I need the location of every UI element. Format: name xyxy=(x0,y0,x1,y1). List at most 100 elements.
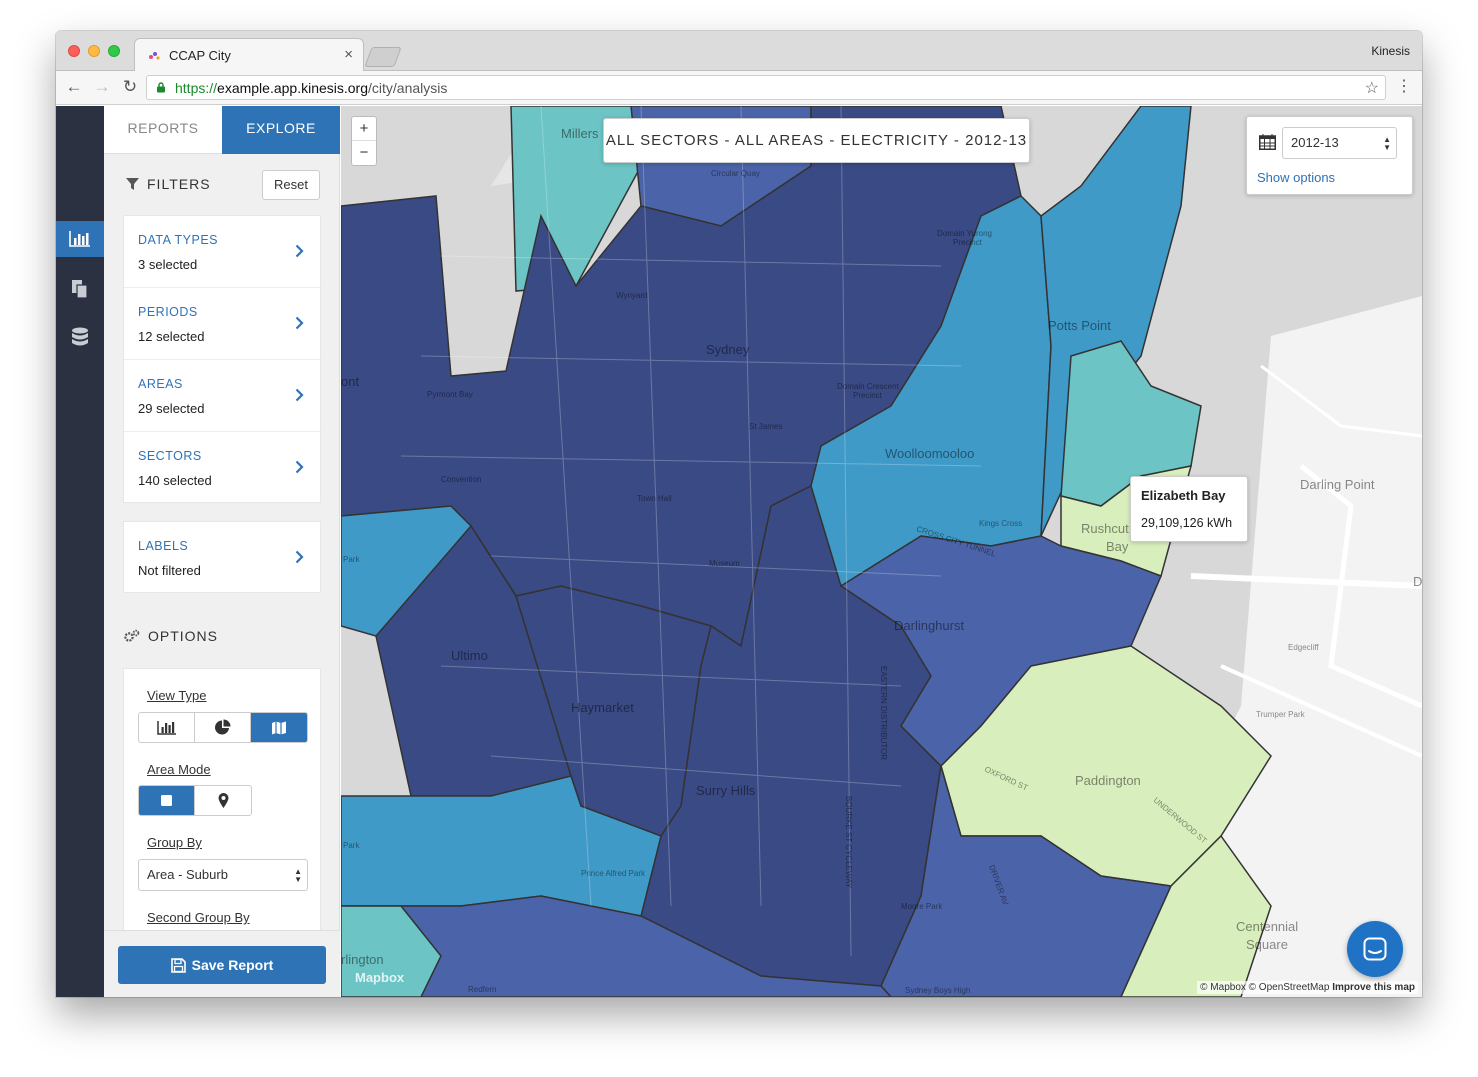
save-bar: Save Report xyxy=(104,930,340,997)
view-bar-button[interactable] xyxy=(139,713,195,742)
save-report-button[interactable]: Save Report xyxy=(118,946,326,984)
zoom-out-button[interactable]: − xyxy=(352,141,376,165)
chevron-right-icon xyxy=(295,460,304,474)
place-label: Circular Quay xyxy=(711,169,760,178)
lock-icon xyxy=(157,82,165,93)
map-attribution: © Mapbox © OpenStreetMap Improve this ma… xyxy=(1197,981,1418,994)
filter-value: 3 selected xyxy=(138,257,198,272)
map-pin-icon xyxy=(218,793,228,808)
tab-explore[interactable]: EXPLORE xyxy=(222,106,340,154)
forward-icon[interactable]: → xyxy=(92,77,112,97)
new-tab-button[interactable] xyxy=(364,47,402,67)
bookmark-star-icon[interactable]: ☆ xyxy=(1365,78,1379,98)
place-label: rlington xyxy=(341,952,384,967)
place-label: St James xyxy=(749,422,782,431)
choropleth-map[interactable]: Millers Circular Quay Wynyard Sydney Dom… xyxy=(341,106,1422,997)
bar-chart-icon xyxy=(69,231,90,247)
place-label: Paddington xyxy=(1075,773,1141,788)
rail-data-button[interactable] xyxy=(56,318,104,354)
calendar-icon xyxy=(1259,134,1276,150)
view-map-button[interactable] xyxy=(251,713,307,742)
place-label: Darling Point xyxy=(1300,477,1375,492)
place-label: Millers xyxy=(561,126,599,141)
browser-menu-icon[interactable]: ⋮ xyxy=(1396,76,1412,96)
filter-areas[interactable]: AREAS 29 selected xyxy=(124,360,322,432)
zoom-control: + − xyxy=(351,116,377,166)
tooltip-value: 29,109,126 kWh xyxy=(1141,516,1233,530)
close-window-button[interactable] xyxy=(68,45,80,57)
place-label: Convention xyxy=(441,475,481,484)
filter-periods[interactable]: PERIODS 12 selected xyxy=(124,288,322,360)
area-mode-shape-button[interactable] xyxy=(139,786,195,815)
options-heading: OPTIONS xyxy=(124,628,218,644)
place-label: Darlinghurst xyxy=(894,618,964,633)
address-bar[interactable]: https://example.app.kinesis.org/city/ana… xyxy=(146,75,1386,100)
tooltip-area-name: Elizabeth Bay xyxy=(1141,488,1226,503)
view-pie-button[interactable] xyxy=(195,713,251,742)
place-label: Trumper Park xyxy=(1256,710,1306,719)
area-mode-pin-button[interactable] xyxy=(195,786,251,815)
place-label: Rushcut xyxy=(1081,521,1129,536)
reload-icon[interactable]: ↻ xyxy=(120,77,140,97)
rail-reports-button[interactable] xyxy=(56,270,104,306)
map-icon xyxy=(272,721,286,734)
browser-window: CCAP City × Kinesis ← → ↻ https://exampl… xyxy=(56,31,1422,997)
place-label: Wynyard xyxy=(616,291,648,300)
place-label: Potts Point xyxy=(1048,318,1111,333)
filter-labels[interactable]: LABELS Not filtered xyxy=(124,522,322,594)
back-icon[interactable]: ← xyxy=(64,77,84,97)
place-label: Domain Crescent xyxy=(837,382,900,391)
show-options-link[interactable]: Show options xyxy=(1257,170,1335,185)
place-label: Prince Alfred Park xyxy=(581,869,646,878)
rail-analysis-button[interactable] xyxy=(56,221,104,257)
place-label: Centennial xyxy=(1236,919,1298,934)
zoom-in-button[interactable]: + xyxy=(352,117,376,141)
chat-launcher-button[interactable] xyxy=(1347,921,1403,977)
second-group-by-label: Second Group By xyxy=(147,910,250,925)
period-select[interactable]: 2012-13 ▲ ▼ xyxy=(1282,127,1397,159)
place-label: Moore Park xyxy=(901,902,943,911)
place-label: EASTERN DISTRIBUTOR xyxy=(879,666,888,760)
filter-value: Not filtered xyxy=(138,563,201,578)
reset-button[interactable]: Reset xyxy=(262,170,320,200)
place-label: Sydney xyxy=(706,342,750,357)
filter-sectors[interactable]: SECTORS 140 selected xyxy=(124,432,322,504)
filter-title: SECTORS xyxy=(138,449,202,463)
tab-title: CCAP City xyxy=(169,48,231,63)
improve-map-link[interactable]: Improve this map xyxy=(1332,982,1415,993)
place-label: Sydney Boys High xyxy=(905,986,970,995)
maximize-window-button[interactable] xyxy=(108,45,120,57)
area-mode-label: Area Mode xyxy=(147,762,211,777)
browser-tab[interactable]: CCAP City × xyxy=(134,38,364,71)
map-canvas[interactable]: Millers Circular Quay Wynyard Sydney Dom… xyxy=(341,106,1422,997)
filter-value: 140 selected xyxy=(138,473,212,488)
filter-title: PERIODS xyxy=(138,305,198,319)
select-arrows-icon: ▲ ▼ xyxy=(294,867,302,884)
place-label: Kings Cross xyxy=(979,519,1022,528)
place-label: BOURKE ST CYCLEWAY xyxy=(844,796,853,889)
icon-rail xyxy=(56,106,104,997)
filter-title: DATA TYPES xyxy=(138,233,219,247)
mapbox-logo[interactable]: Mapbox xyxy=(355,970,404,985)
tab-reports[interactable]: REPORTS xyxy=(104,106,222,154)
chevron-right-icon xyxy=(295,550,304,564)
filter-data-types[interactable]: DATA TYPES 3 selected xyxy=(124,216,322,288)
square-icon xyxy=(161,795,172,806)
group-by-label: Group By xyxy=(147,835,202,850)
group-by-select[interactable]: Area - Suburb ▲ ▼ xyxy=(138,859,308,891)
chevron-right-icon xyxy=(295,316,304,330)
place-label: Ultimo xyxy=(451,648,488,663)
attribution-text[interactable]: © Mapbox © OpenStreetMap xyxy=(1200,982,1329,993)
place-label: Park xyxy=(343,841,360,850)
sidebar: REPORTS EXPLORE FILTERS Reset DATA TYPES… xyxy=(104,106,340,997)
tab-close-icon[interactable]: × xyxy=(344,46,353,63)
place-label: Surry Hills xyxy=(696,783,756,798)
filters-card: DATA TYPES 3 selected PERIODS 12 selecte… xyxy=(123,215,322,504)
area-tooltip: Elizabeth Bay 29,109,126 kWh xyxy=(1130,476,1248,542)
area-mode-group xyxy=(138,785,252,816)
floppy-disk-icon xyxy=(170,958,186,973)
minimize-window-button[interactable] xyxy=(88,45,100,57)
profile-name[interactable]: Kinesis xyxy=(1371,44,1410,58)
database-icon xyxy=(72,327,88,346)
documents-icon xyxy=(72,280,88,299)
